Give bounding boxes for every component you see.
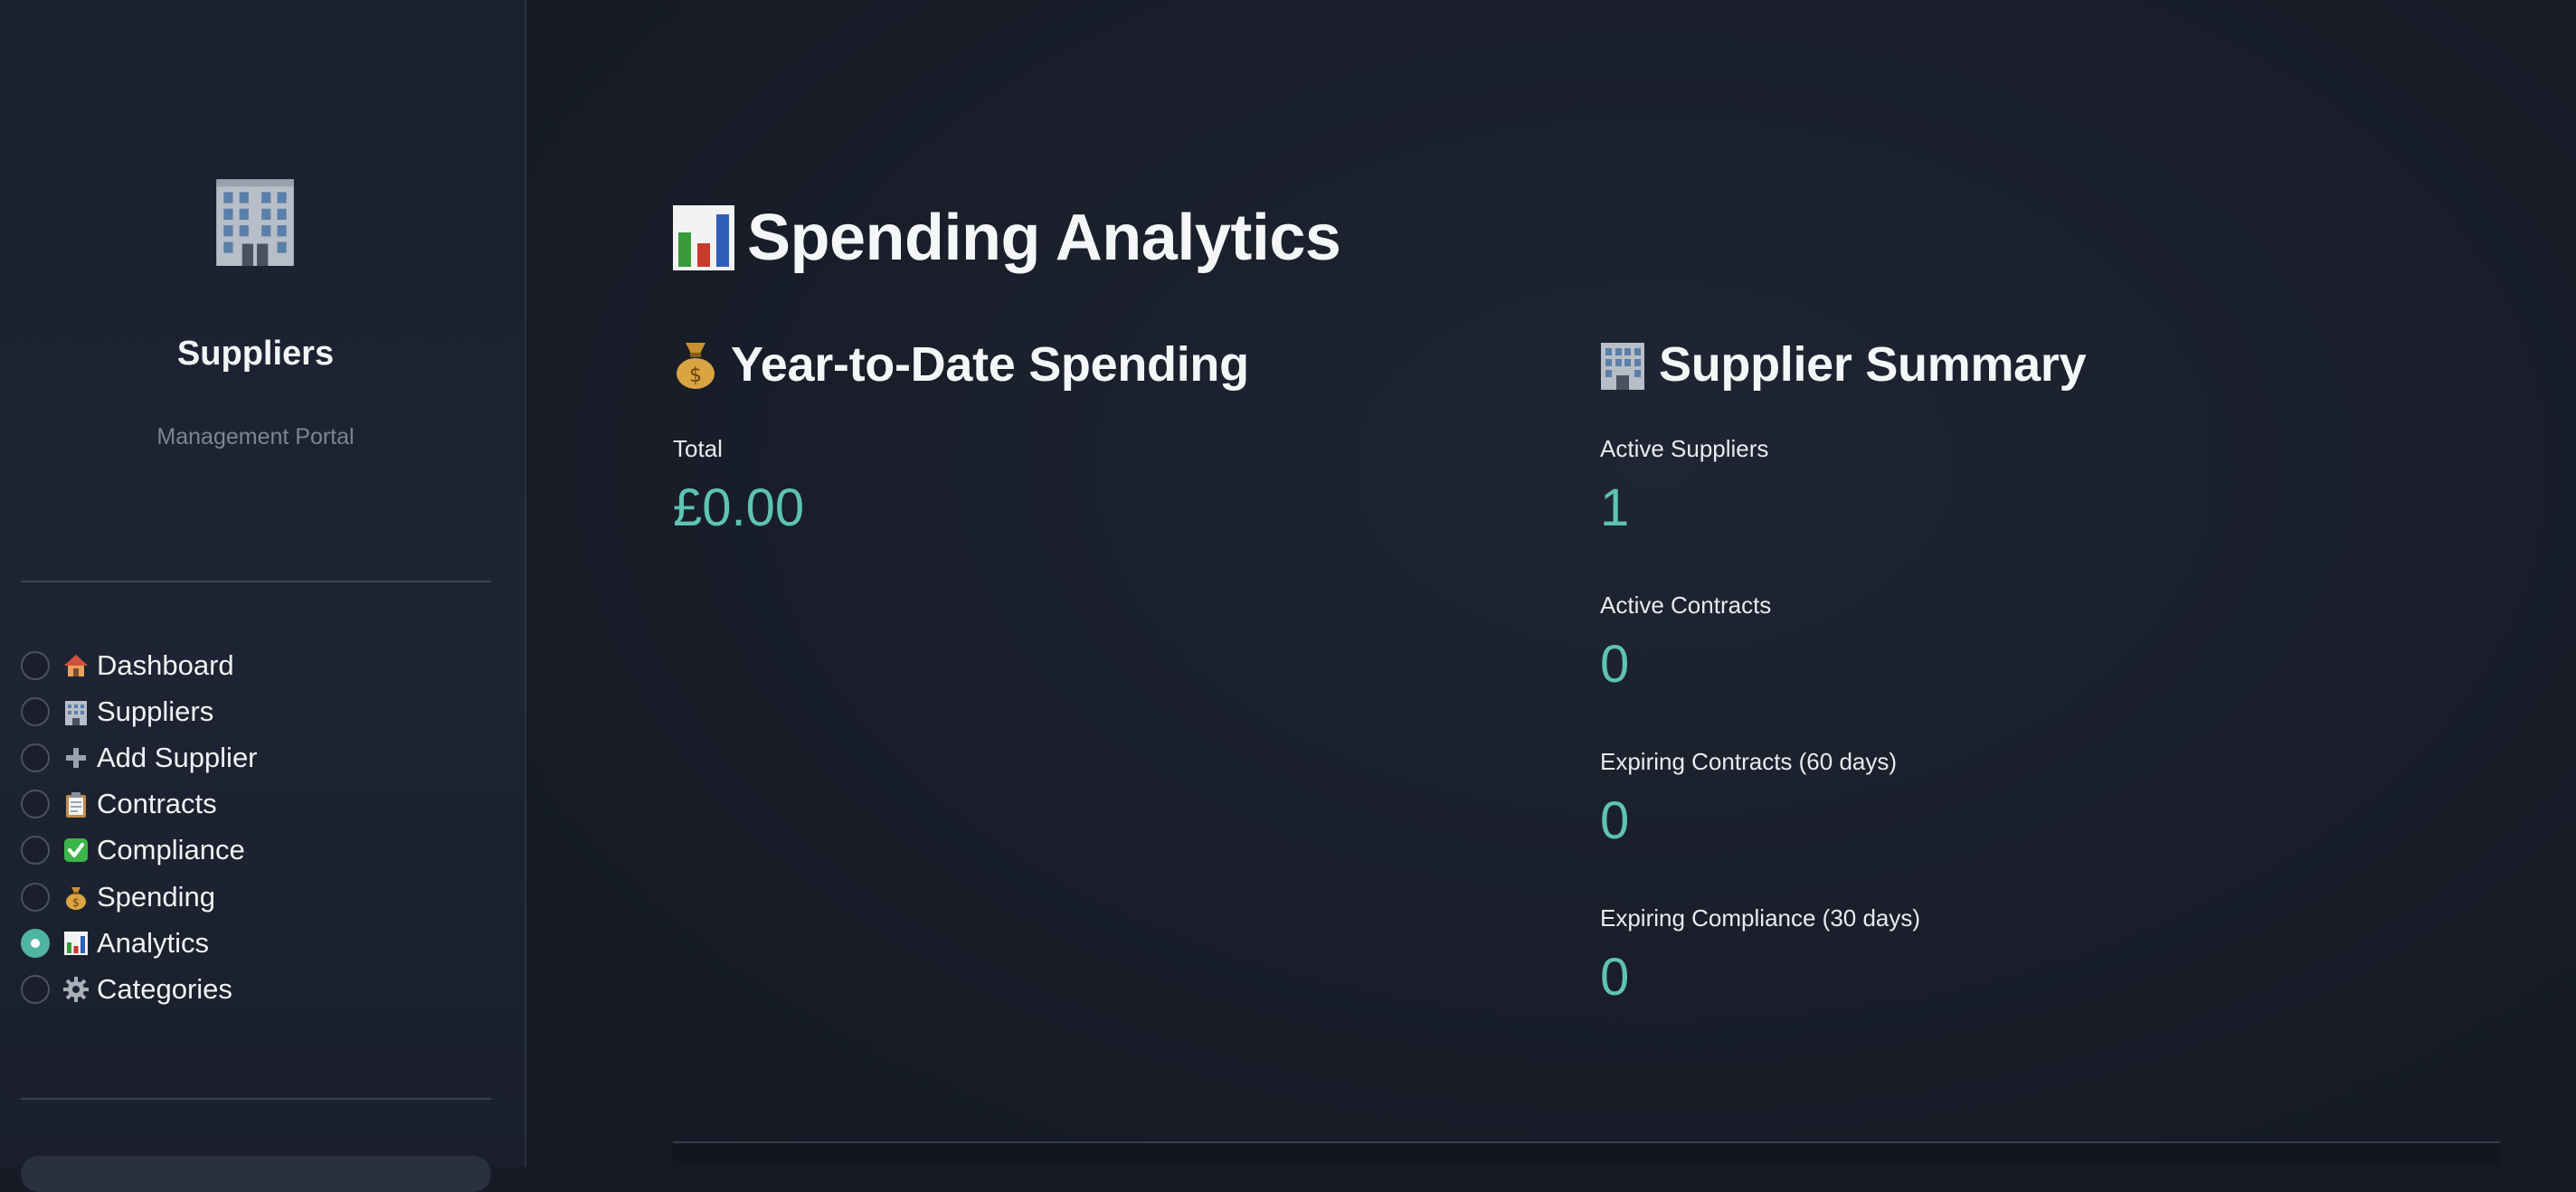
sidebar-nav: Dashboard Suppliers Add Supplier Contrac… bbox=[21, 642, 509, 1013]
metric-value-expiring-contracts: 0 bbox=[1600, 791, 1630, 850]
sidebar-item-compliance[interactable]: Compliance bbox=[21, 828, 509, 874]
svg-text:$: $ bbox=[72, 896, 80, 909]
metric-value-active-suppliers: 1 bbox=[1600, 478, 1630, 537]
office-building-icon bbox=[1601, 343, 1644, 390]
page-title: Spending Analytics bbox=[673, 201, 1341, 275]
page-title-text: Spending Analytics bbox=[747, 202, 1341, 274]
sidebar-item-contracts[interactable]: Contracts bbox=[21, 781, 509, 828]
office-building-icon bbox=[62, 698, 90, 725]
sidebar-item-suppliers[interactable]: Suppliers bbox=[21, 688, 509, 734]
ytd-heading-text: Year-to-Date Spending bbox=[731, 337, 1249, 392]
supplier-summary-heading-text: Supplier Summary bbox=[1659, 337, 2087, 392]
sidebar-item-label: Dashboard bbox=[97, 648, 234, 681]
radio-button[interactable] bbox=[21, 974, 50, 1004]
sidebar: Suppliers Management Portal Dashboard Su… bbox=[0, 0, 526, 1192]
sidebar-item-label: Analytics bbox=[97, 926, 210, 959]
check-box-icon bbox=[62, 837, 90, 864]
metric-label-active-contracts: Active Contracts bbox=[1600, 591, 1772, 619]
metric-label-expiring-compliance: Expiring Compliance (30 days) bbox=[1600, 904, 1921, 932]
office-building-icon bbox=[216, 179, 294, 266]
metric-value-total: £0.00 bbox=[673, 478, 805, 537]
sidebar-item-label: Compliance bbox=[97, 834, 245, 866]
sidebar-title: Suppliers bbox=[176, 335, 335, 373]
supplier-summary-heading: Supplier Summary bbox=[1599, 336, 2087, 393]
sidebar-divider-top bbox=[21, 581, 491, 582]
radio-button[interactable] bbox=[21, 743, 50, 772]
sidebar-divider-bottom bbox=[21, 1098, 491, 1100]
ytd-heading: $ Year-to-Date Spending bbox=[673, 336, 1249, 393]
sidebar-item-label: Spending bbox=[97, 880, 216, 913]
plus-icon bbox=[62, 744, 90, 771]
radio-button-selected[interactable] bbox=[21, 928, 50, 958]
sidebar-item-label: Categories bbox=[97, 972, 232, 1005]
sidebar-item-label: Contracts bbox=[97, 788, 217, 820]
metric-label-total: Total bbox=[673, 435, 723, 462]
svg-text:$: $ bbox=[689, 364, 702, 387]
clipboard-icon bbox=[62, 790, 90, 818]
main-content: Spending Analytics $ Year-to-Date Spendi… bbox=[528, 0, 2576, 1167]
radio-button[interactable] bbox=[21, 790, 50, 819]
sidebar-item-categories[interactable]: Categories bbox=[21, 966, 509, 1012]
money-bag-icon: $ bbox=[62, 884, 90, 911]
sidebar-subtitle: Management Portal bbox=[156, 424, 355, 449]
sidebar-item-dashboard[interactable]: Dashboard bbox=[21, 642, 509, 688]
metric-label-active-suppliers: Active Suppliers bbox=[1600, 435, 1769, 462]
radio-button[interactable] bbox=[21, 696, 50, 726]
metric-value-active-contracts: 0 bbox=[1600, 635, 1630, 694]
gear-icon bbox=[62, 976, 90, 1003]
bar-chart-icon bbox=[673, 205, 734, 270]
money-bag-icon: $ bbox=[677, 343, 715, 389]
metric-value-expiring-compliance: 0 bbox=[1600, 948, 1630, 1007]
house-icon bbox=[62, 652, 90, 679]
sidebar-item-add-supplier[interactable]: Add Supplier bbox=[21, 734, 509, 780]
sidebar-bottom-element[interactable] bbox=[21, 1156, 491, 1192]
radio-button[interactable] bbox=[21, 650, 50, 680]
sidebar-item-label: Suppliers bbox=[97, 695, 214, 727]
radio-button[interactable] bbox=[21, 836, 50, 866]
sidebar-item-analytics[interactable]: Analytics bbox=[21, 920, 509, 966]
sidebar-item-spending[interactable]: $ Spending bbox=[21, 874, 509, 920]
radio-button[interactable] bbox=[21, 882, 50, 912]
sidebar-item-label: Add Supplier bbox=[97, 741, 258, 773]
metric-label-expiring-contracts: Expiring Contracts (60 days) bbox=[1600, 748, 1898, 775]
bar-chart-icon bbox=[62, 930, 90, 957]
chart-panel-top bbox=[673, 1143, 2500, 1167]
